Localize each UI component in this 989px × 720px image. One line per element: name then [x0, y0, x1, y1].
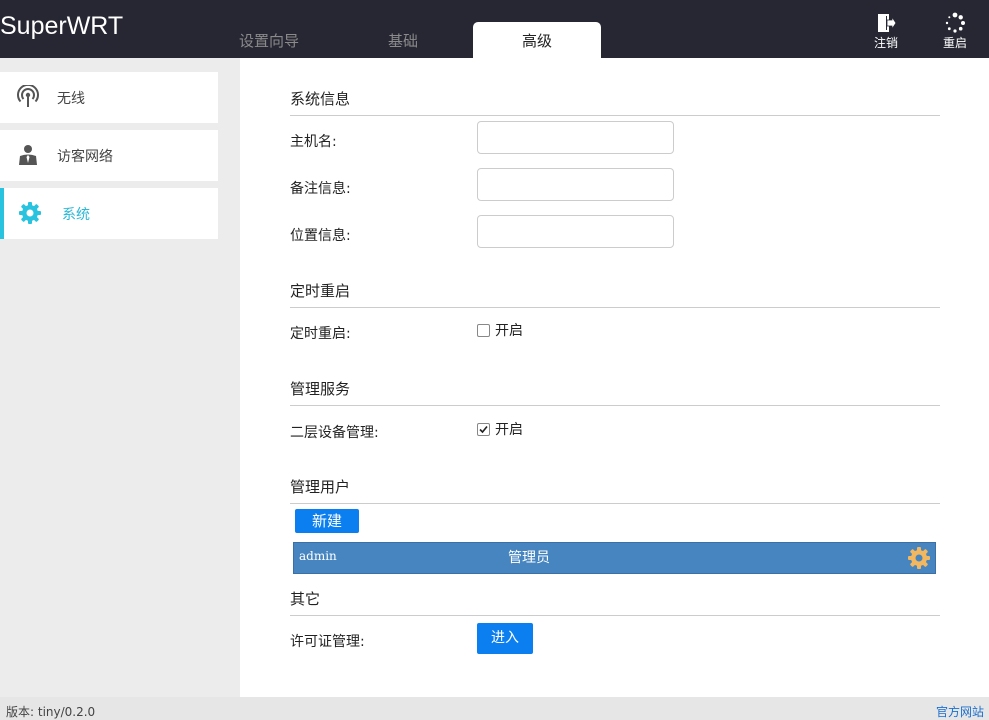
logout-label: 注销	[873, 36, 898, 50]
section-title-management-service: 管理服务	[290, 378, 940, 406]
location-label: 位置信息:	[290, 228, 351, 244]
sidebar-item-system[interactable]: 系统	[0, 188, 218, 239]
sidebar-item-guest-network[interactable]: 访客网络	[0, 130, 218, 181]
section-title-system-info: 系统信息	[290, 88, 940, 116]
sidebar: 无线 访客网络 系统	[0, 58, 240, 697]
sidebar-item-wireless[interactable]: 无线	[0, 72, 218, 123]
tab-setup-wizard[interactable]: 设置向导	[205, 22, 333, 58]
scheduled-reboot-checkbox[interactable]: 开启	[477, 320, 523, 340]
license-management-label: 许可证管理:	[290, 634, 365, 650]
hostname-input[interactable]	[477, 121, 674, 154]
note-label: 备注信息:	[290, 181, 351, 197]
checkbox-label: 开启	[495, 422, 523, 438]
table-row[interactable]: admin 管理员	[293, 542, 936, 574]
new-user-button[interactable]: 新建	[295, 509, 359, 533]
note-input[interactable]	[477, 168, 674, 201]
version-text: 版本: tiny/0.2.0	[6, 705, 96, 719]
footer: 版本: tiny/0.2.0 官方网站	[0, 697, 989, 720]
tab-basic[interactable]: 基础	[339, 22, 467, 58]
logout-button[interactable]: 注销	[866, 12, 906, 51]
spinner-icon	[935, 12, 975, 34]
sidebar-item-label: 无线	[57, 91, 85, 107]
l2-device-management-checkbox[interactable]: 开启	[477, 419, 523, 439]
wifi-icon	[16, 83, 40, 109]
section-title-admin-users: 管理用户	[290, 476, 940, 504]
sidebar-item-label: 系统	[62, 207, 90, 223]
sidebar-item-label: 访客网络	[57, 149, 113, 165]
brand-logo: SuperWRT	[0, 12, 124, 40]
top-bar: SuperWRT 设置向导 基础 高级 注销 重启	[0, 0, 989, 58]
l2-device-management-label: 二层设备管理:	[290, 425, 379, 441]
hostname-label: 主机名:	[290, 134, 337, 150]
guest-user-icon	[16, 143, 40, 167]
scheduled-reboot-label: 定时重启:	[290, 326, 351, 342]
main-content: 系统信息 主机名: 备注信息: 位置信息: 定时重启 定时重启: 开启 管理服务…	[240, 58, 989, 697]
logout-icon	[866, 12, 906, 34]
section-title-scheduled-reboot: 定时重启	[290, 280, 940, 308]
checkbox-unchecked[interactable]	[477, 323, 490, 337]
section-title-other: 其它	[290, 588, 940, 616]
checkbox-label: 开启	[495, 323, 523, 339]
settings-gear-icon[interactable]	[907, 546, 931, 570]
tab-advanced[interactable]: 高级	[473, 22, 601, 58]
user-name: admin	[299, 549, 337, 563]
enter-license-button[interactable]: 进入	[477, 623, 533, 654]
reboot-label: 重启	[942, 36, 967, 50]
gear-icon	[18, 201, 42, 225]
official-site-link[interactable]: 官方网站	[936, 703, 984, 720]
reboot-button[interactable]: 重启	[935, 12, 975, 51]
user-role: 管理员	[508, 550, 550, 566]
checkmark-icon[interactable]	[477, 422, 490, 436]
location-input[interactable]	[477, 215, 674, 248]
